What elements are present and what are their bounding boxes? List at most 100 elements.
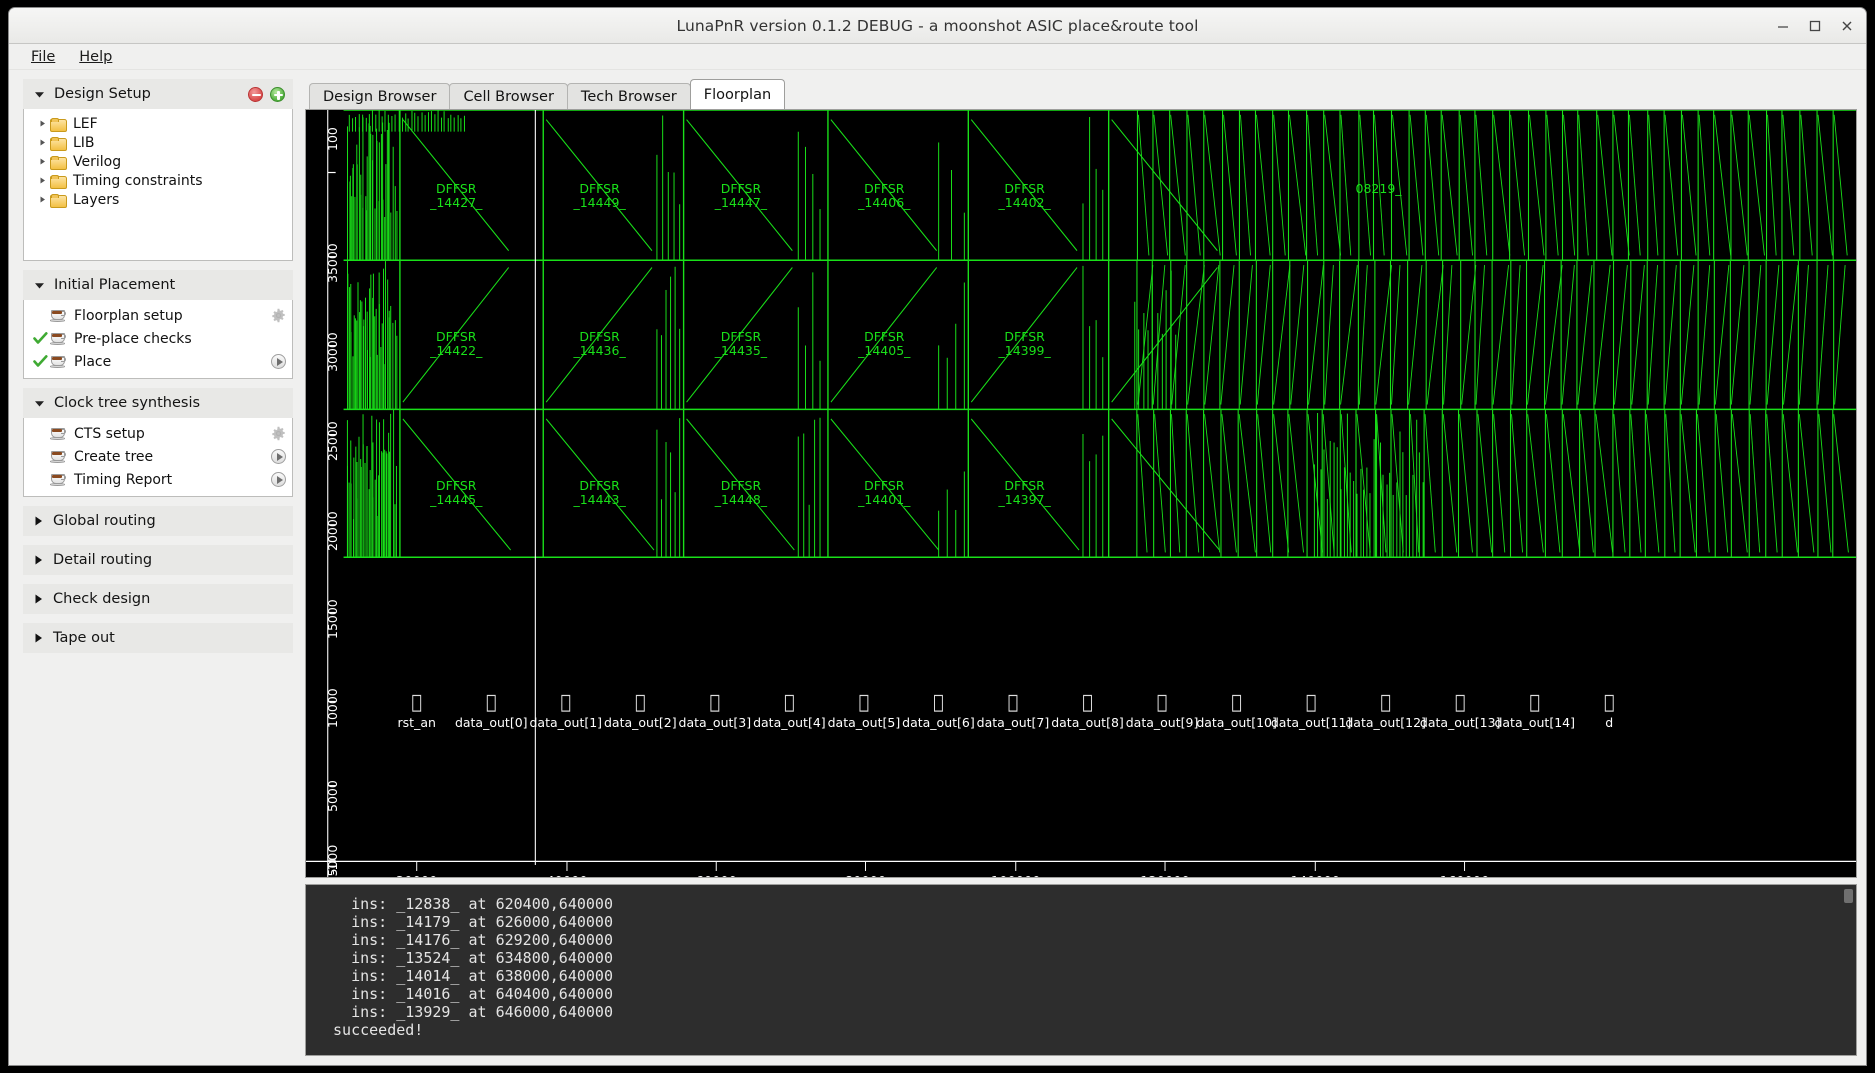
check-icon — [30, 355, 50, 368]
clock-tree-synthesis-tasks: CTS setup Create tree Timing Report — [23, 418, 293, 497]
tree-item-label: Verilog — [73, 153, 122, 170]
y-axis-tick-label: 20000 — [324, 511, 340, 552]
task-place[interactable]: Place — [24, 350, 292, 373]
tab-label: Design Browser — [323, 88, 437, 105]
plus-circle-icon[interactable] — [270, 86, 285, 102]
chevron-right-icon[interactable] — [34, 119, 50, 128]
task-pre-place-checks[interactable]: Pre-place checks — [24, 327, 292, 350]
gear-icon[interactable] — [271, 308, 286, 323]
task-timing-report[interactable]: Timing Report — [24, 468, 292, 491]
menu-file[interactable]: File — [21, 47, 65, 67]
task-floorplan-setup[interactable]: Floorplan setup — [24, 304, 292, 327]
run-icon[interactable] — [271, 449, 286, 464]
chevron-right-icon[interactable] — [34, 176, 50, 185]
cell-label: DFFSR _14443_ — [573, 478, 626, 508]
application-root: LunaPnR version 0.1.2 DEBUG - a moonshot… — [0, 0, 1875, 1073]
panel-header-initial-placement[interactable]: Initial Placement — [23, 270, 293, 300]
menu-help[interactable]: Help — [69, 47, 122, 67]
coffee-cup-icon — [50, 473, 67, 486]
tab-cell-browser[interactable]: Cell Browser — [449, 83, 568, 109]
log-scrollbar[interactable] — [1843, 888, 1854, 1054]
tab-label: Floorplan — [703, 86, 772, 103]
tree-item-lef[interactable]: LEF — [24, 114, 292, 133]
folder-icon — [50, 136, 67, 151]
y-axis-tick-label: 100 — [324, 127, 340, 151]
cell-label: DFFSR _14447_ — [714, 181, 768, 211]
main-body: Design Setup LEF LIB Verilog Timing cons… — [9, 70, 1866, 1065]
floorplan-canvas[interactable]: 35000300002500020000150001000050000-5000… — [305, 109, 1857, 878]
task-cts-setup[interactable]: CTS setup — [24, 422, 292, 445]
coffee-cup-icon — [50, 332, 67, 345]
task-actions — [271, 308, 286, 323]
x-axis-tick-label: 60000 — [677, 875, 756, 877]
tab-design-browser[interactable]: Design Browser — [309, 83, 451, 109]
panel-header-global-routing[interactable]: Global routing — [23, 506, 293, 536]
panel-header-clock-tree-synthesis[interactable]: Clock tree synthesis — [23, 388, 293, 418]
minimize-button[interactable] — [1774, 17, 1792, 35]
menu-file-label: File — [31, 48, 56, 65]
coffee-cup-icon — [50, 355, 67, 368]
chevron-right-icon — [33, 515, 44, 527]
task-label: Timing Report — [74, 471, 173, 488]
tab-floorplan[interactable]: Floorplan — [689, 79, 786, 109]
floorplan-drawing[interactable] — [306, 110, 1856, 877]
tab-tech-browser[interactable]: Tech Browser — [566, 83, 691, 109]
window-title: LunaPnR version 0.1.2 DEBUG - a moonshot… — [676, 16, 1199, 35]
close-button[interactable] — [1838, 17, 1856, 35]
log-text: ins: _12838_ at 620400,640000 ins: _1417… — [333, 895, 613, 1039]
tab-label: Tech Browser — [580, 88, 677, 105]
tree-item-layers[interactable]: Layers — [24, 190, 292, 209]
panel-title-clock-tree-synthesis: Clock tree synthesis — [54, 395, 201, 411]
cell-label: DFFSR _14427_ — [430, 181, 483, 211]
cell-label: DFFSR _14406_ — [858, 181, 911, 211]
cell-label: DFFSR _14399_ — [998, 329, 1051, 358]
main-window: LunaPnR version 0.1.2 DEBUG - a moonshot… — [8, 7, 1867, 1066]
tree-item-label: Layers — [73, 191, 120, 208]
y-axis-tick-label: 10000 — [324, 688, 340, 728]
y-axis-tick-label: 30000 — [324, 332, 340, 373]
cell-label: DFFSR _14402_ — [998, 181, 1051, 211]
run-icon[interactable] — [271, 472, 286, 487]
task-create-tree[interactable]: Create tree — [24, 445, 292, 468]
y-axis-tick-label: -1 — [324, 862, 340, 875]
log-scrollbar-thumb[interactable] — [1844, 889, 1853, 903]
minus-circle-icon[interactable] — [248, 86, 263, 102]
x-axis-tick-label: 80000 — [826, 875, 905, 877]
panel-header-check-design[interactable]: Check design — [23, 584, 293, 614]
task-label: Pre-place checks — [74, 330, 192, 347]
log-console[interactable]: ins: _12838_ at 620400,640000 ins: _1417… — [305, 884, 1857, 1056]
panel-header-detail-routing[interactable]: Detail routing — [23, 545, 293, 575]
menu-bar: File Help — [9, 44, 1866, 70]
tree-item-verilog[interactable]: Verilog — [24, 152, 292, 171]
task-actions — [271, 449, 286, 464]
chevron-right-icon[interactable] — [34, 138, 50, 147]
tab-bar: Design Browser Cell Browser Tech Browser… — [305, 79, 1857, 109]
tree-item-lib[interactable]: LIB — [24, 133, 292, 152]
gear-icon[interactable] — [271, 426, 286, 441]
chevron-down-icon — [33, 88, 46, 101]
chevron-right-icon[interactable] — [34, 195, 50, 204]
chevron-right-icon[interactable] — [34, 157, 50, 166]
maximize-button[interactable] — [1806, 17, 1824, 35]
x-axis-tick-label: 40000 — [527, 875, 606, 877]
cell-label: 08219_ — [1355, 181, 1402, 197]
task-actions — [271, 472, 286, 487]
panel-title-check-design: Check design — [53, 591, 151, 607]
cell-label: DFFSR _14401_ — [858, 478, 911, 508]
run-icon[interactable] — [271, 354, 286, 369]
panel-header-design-setup[interactable]: Design Setup — [23, 79, 293, 109]
cell-label: DFFSR _14436_ — [573, 329, 626, 358]
menu-help-label: Help — [79, 48, 113, 65]
panel-header-tape-out[interactable]: Tape out — [23, 623, 293, 653]
folder-icon — [50, 117, 67, 132]
panel-title-design-setup: Design Setup — [54, 86, 151, 102]
y-axis-tick-label: 25000 — [324, 421, 340, 462]
window-controls — [1774, 8, 1856, 44]
tree-item-timing-constraints[interactable]: Timing constraints — [24, 171, 292, 190]
chevron-down-icon — [33, 279, 46, 292]
